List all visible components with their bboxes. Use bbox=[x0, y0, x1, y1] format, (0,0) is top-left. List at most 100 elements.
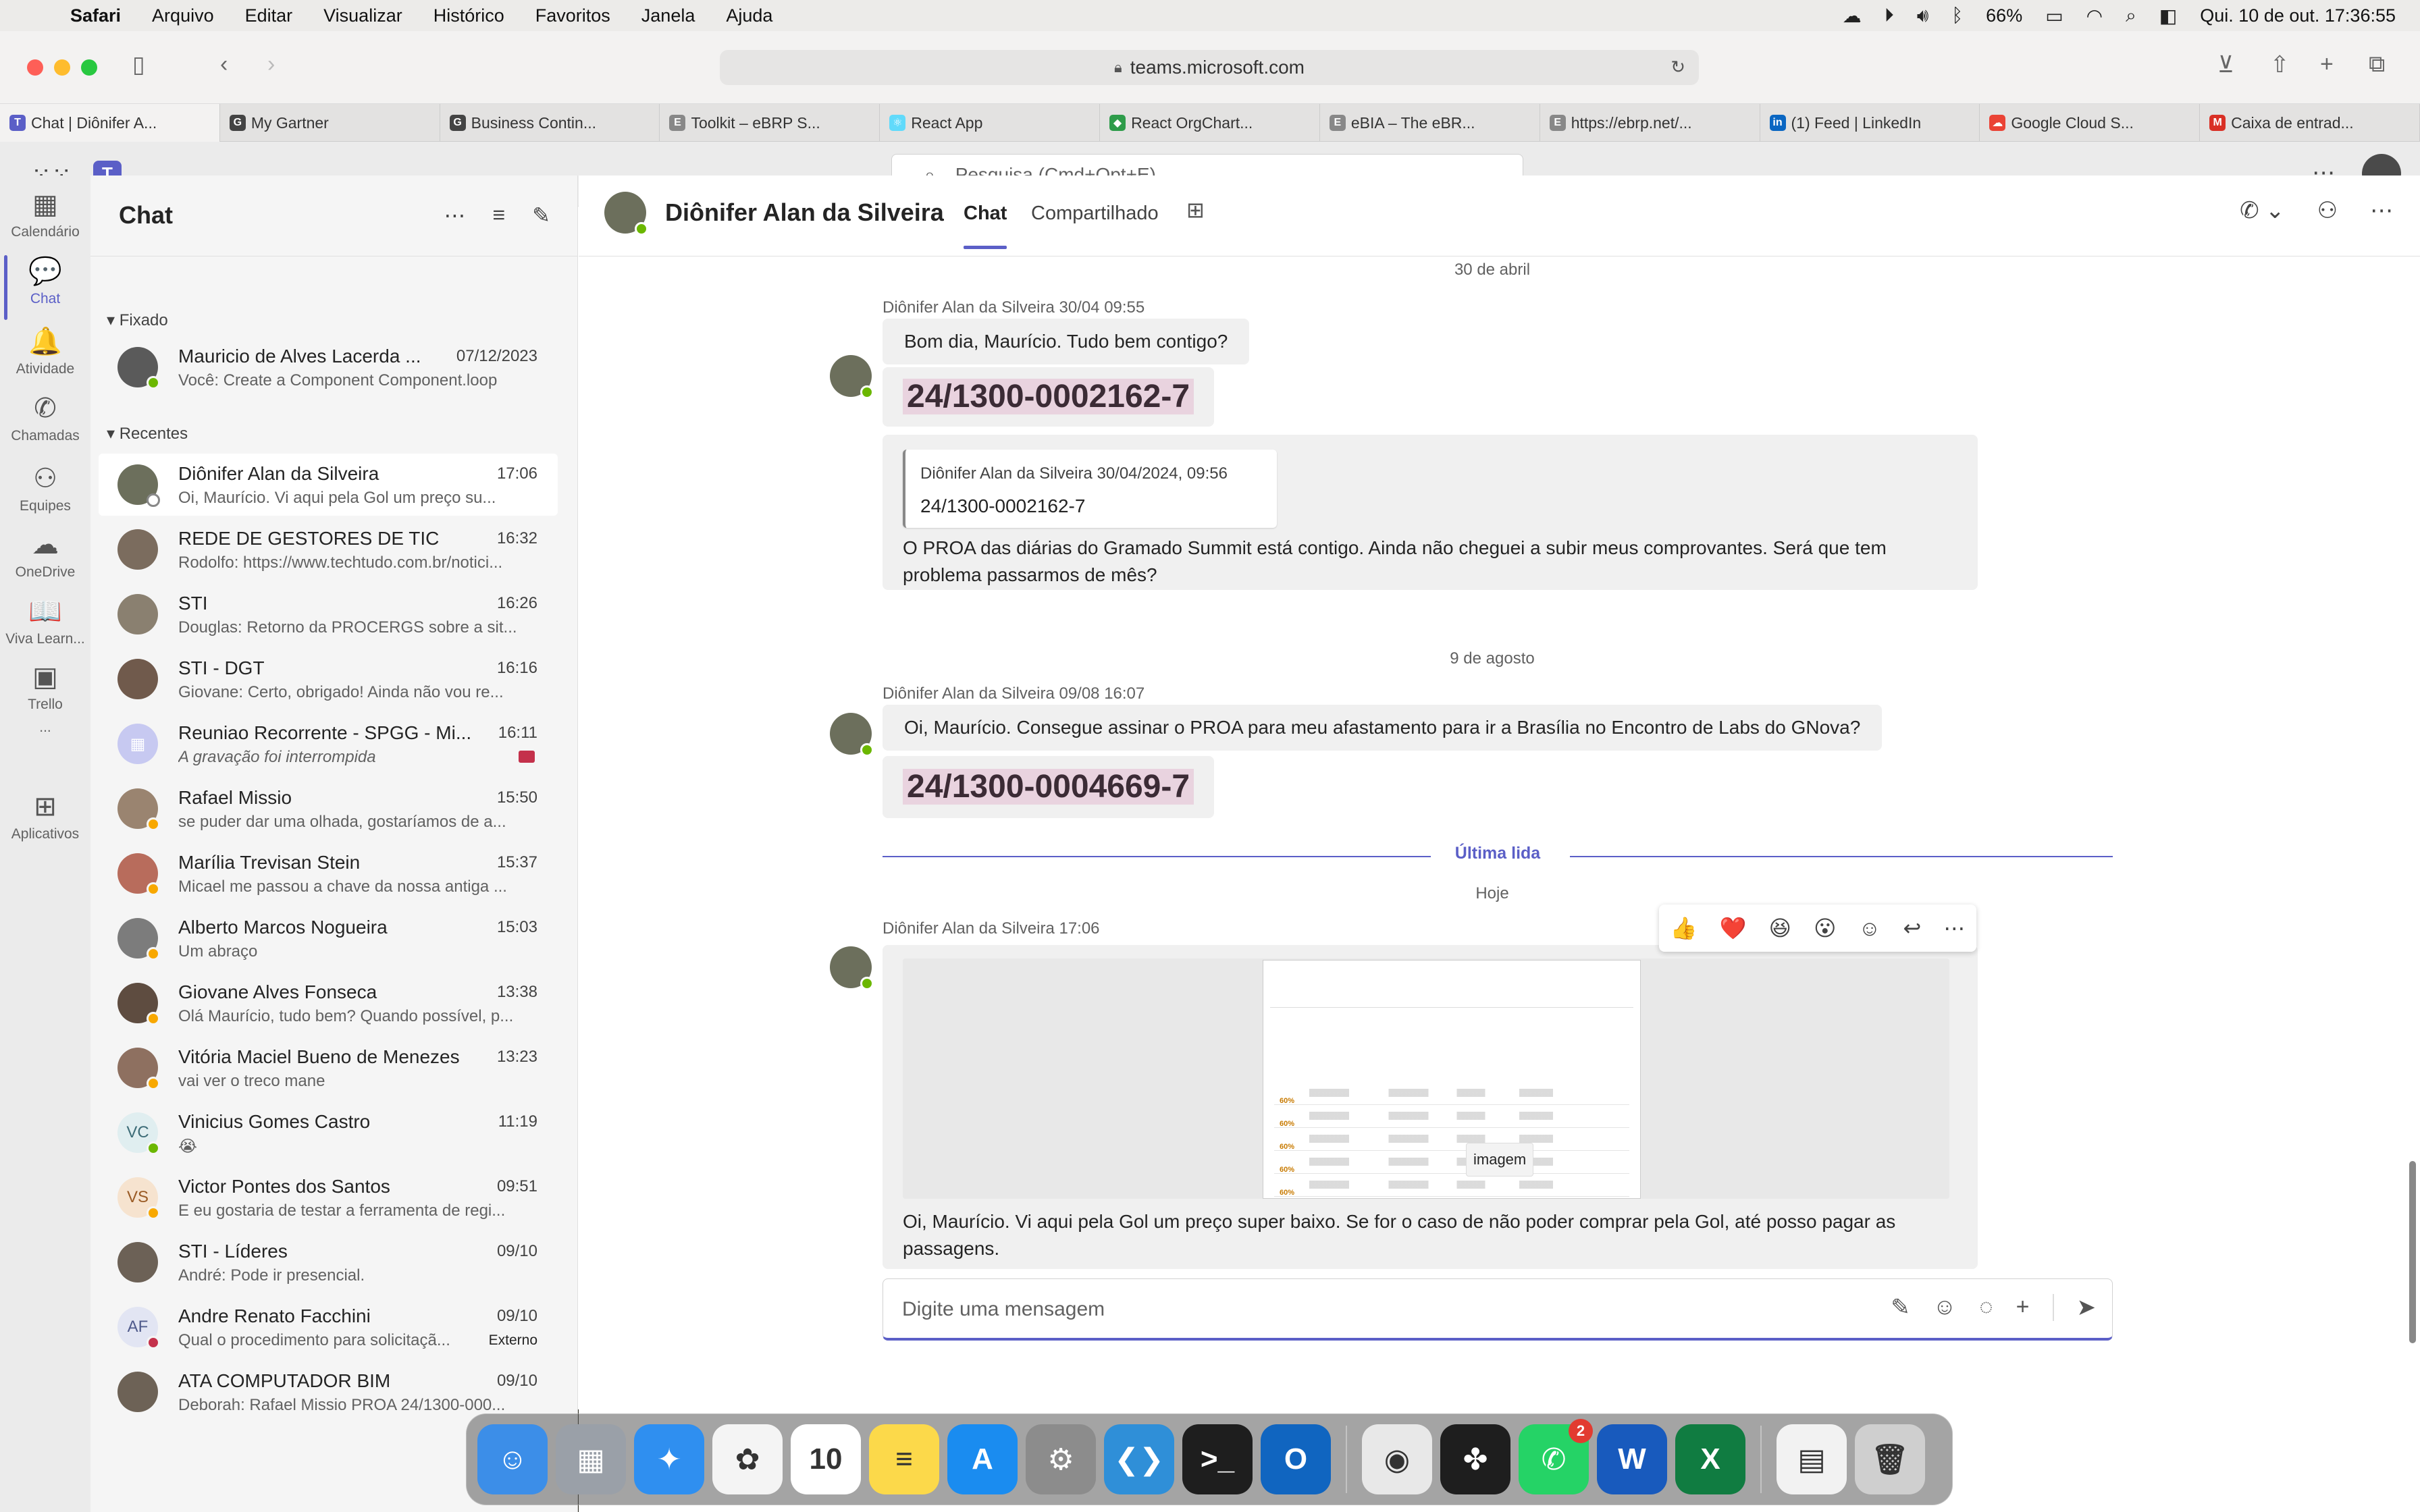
section-pinned[interactable]: ▾ Fixado bbox=[107, 310, 168, 330]
safari-icon[interactable]: ✦ bbox=[634, 1424, 704, 1494]
whatsapp-icon[interactable]: ✆ 2 bbox=[1519, 1419, 1593, 1494]
volume-icon[interactable]: 🔊︎ bbox=[1917, 5, 1929, 27]
outlook-icon[interactable]: O bbox=[1261, 1424, 1331, 1494]
excel-icon[interactable]: X bbox=[1675, 1424, 1745, 1494]
chat-list-item[interactable]: Marília Trevisan Stein 15:37 Micael me pas… bbox=[99, 842, 558, 905]
rail-item-book[interactable]: 📖 Viva Learn... bbox=[0, 595, 90, 647]
download-icon[interactable]: ⊻ bbox=[2217, 51, 2234, 78]
wifi-icon[interactable]: ◠ bbox=[2086, 5, 2103, 27]
terminal-icon[interactable]: >_ bbox=[1182, 1424, 1253, 1494]
menu-favoritos[interactable]: Favoritos bbox=[535, 5, 610, 26]
reload-icon[interactable]: ↻ bbox=[1671, 57, 1685, 78]
figma-icon[interactable]: ✤ bbox=[1440, 1424, 1510, 1494]
attach-plus-icon[interactable]: + bbox=[2016, 1294, 2030, 1321]
word-icon[interactable]: W bbox=[1597, 1424, 1667, 1494]
tab-chat[interactable]: Chat bbox=[964, 202, 1007, 249]
loop-icon[interactable]: ◌ bbox=[1979, 1294, 1993, 1321]
browser-tab[interactable]: M Caixa de entrad... bbox=[2200, 104, 2420, 142]
new-chat-icon[interactable]: ✎ bbox=[532, 202, 550, 228]
rail-item-cloud[interactable]: ☁ OneDrive bbox=[0, 529, 90, 580]
search-icon[interactable]: ⌕ bbox=[2126, 5, 2136, 27]
quoted-message[interactable]: Diônifer Alan da Silveira 30/04/2024, 09… bbox=[903, 450, 1277, 528]
menu-editar[interactable]: Editar bbox=[245, 5, 293, 26]
chat-list-item[interactable]: ▦ Reuniao Recorrente - SPGG - Mi... 16:11 A… bbox=[99, 713, 558, 775]
minimize-window-button[interactable] bbox=[54, 59, 70, 76]
chat-list-item[interactable]: Rafael Missio 15:50 se puder dar uma olhad… bbox=[99, 778, 558, 840]
new-tab-icon[interactable]: + bbox=[2320, 51, 2334, 78]
chat-list-item[interactable]: STI 16:26 Douglas: Retorno da PROCERGS sob… bbox=[99, 583, 558, 645]
send-icon[interactable]: ➤ bbox=[2077, 1294, 2097, 1321]
tab-shared[interactable]: Compartilhado bbox=[1031, 202, 1159, 225]
sidebar-toggle-icon[interactable]: ▯ bbox=[132, 51, 145, 78]
browser-tab[interactable]: EeBIA – The eBR... bbox=[1320, 104, 1540, 142]
rail-item-chat[interactable]: 💬 Chat bbox=[0, 255, 90, 320]
browser-tab[interactable]: ◆ React OrgChart... bbox=[1100, 104, 1320, 142]
forward-icon[interactable]: › bbox=[267, 51, 275, 78]
play-icon[interactable]: ⏵ bbox=[1885, 5, 1894, 27]
chrome-icon[interactable]: ◉ bbox=[1362, 1424, 1432, 1494]
heart-reaction-icon[interactable]: ❤️ bbox=[1720, 915, 1747, 941]
browser-tab[interactable]: ☁ Google Cloud S... bbox=[1980, 104, 2201, 142]
notes-icon[interactable]: ≡ bbox=[869, 1424, 939, 1494]
rail-item-trello[interactable]: ▣ Trello bbox=[0, 662, 90, 713]
contact-name[interactable]: Diônifer Alan da Silveira bbox=[665, 198, 944, 227]
bluetooth-icon[interactable]: ᛒ bbox=[1951, 5, 1963, 26]
emoji-icon[interactable]: ☺ bbox=[1933, 1294, 1957, 1321]
message-bubble-ticket[interactable]: 24/1300-0004669-7 bbox=[883, 756, 1215, 818]
section-recent[interactable]: ▾ Recentes bbox=[107, 424, 188, 443]
browser-tab[interactable]: T Chat | Diônifer A... bbox=[0, 104, 220, 142]
message-bubble-reply[interactable]: Diônifer Alan da Silveira 30/04/2024, 09… bbox=[883, 435, 1978, 590]
menu-janela[interactable]: Janela bbox=[641, 5, 695, 26]
browser-tab[interactable]: E Toolkit – eBRP S... bbox=[660, 104, 880, 142]
more-options-icon[interactable]: ⋯ bbox=[444, 202, 466, 228]
surprised-reaction-icon[interactable]: 😮 bbox=[1814, 915, 1836, 941]
format-icon[interactable]: ✎ bbox=[1891, 1294, 1910, 1321]
message-avatar[interactable] bbox=[830, 355, 874, 399]
chat-list-item[interactable]: STI - DGT 16:16 Giovane: Certo, obrigado! … bbox=[99, 648, 558, 710]
browser-tab[interactable]: G My Gartner bbox=[220, 104, 440, 142]
trash-icon[interactable]: 🗑 bbox=[1855, 1424, 1925, 1494]
menubar-clock[interactable]: Qui. 10 de out. 17:36:55 bbox=[2200, 5, 2396, 26]
chat-list-item[interactable]: Mauricio de Alves Lacerda ... 07/12/2023 V… bbox=[99, 336, 558, 398]
launchpad-icon[interactable]: ▦ bbox=[556, 1424, 626, 1494]
chat-list-item[interactable]: Vitória Maciel Bueno de Menezes 13:23 vai … bbox=[99, 1037, 558, 1099]
chat-list-item[interactable]: Giovane Alves Fonseca 13:38 Olá Maurício, … bbox=[99, 972, 558, 1034]
control-center-icon[interactable]: ◧ bbox=[2159, 5, 2177, 27]
chat-list-item[interactable]: REDE DE GESTORES DE TIC 16:32 Rodolfo: htt… bbox=[99, 518, 558, 580]
message-bubble[interactable]: Bom dia, Maurício. Tudo bem contigo? bbox=[883, 319, 1250, 364]
browser-tab[interactable]: ⚛ React App bbox=[880, 104, 1101, 142]
rail-item-bell[interactable]: 🔔 Atividade bbox=[0, 325, 90, 377]
system-settings-icon[interactable]: ⚙ bbox=[1026, 1424, 1096, 1494]
message-avatar[interactable] bbox=[830, 713, 874, 757]
like-reaction-icon[interactable]: 👍 bbox=[1671, 915, 1698, 941]
flight-search-screenshot[interactable]: 60% 60% 60% 60% 60% imagem bbox=[1263, 960, 1641, 1199]
rail-item-phone[interactable]: ✆ Chamadas bbox=[0, 393, 90, 444]
add-tab-icon[interactable]: ⊞ bbox=[1186, 197, 1205, 223]
photos-icon[interactable]: ✿ bbox=[712, 1424, 783, 1494]
scrollbar-thumb[interactable] bbox=[2409, 1161, 2416, 1343]
message-bubble[interactable]: Oi, Maurício. Consegue assinar o PROA pa… bbox=[883, 705, 1883, 751]
menu-ajuda[interactable]: Ajuda bbox=[726, 5, 772, 26]
rail-item-calendar[interactable]: ▦ Calendário bbox=[0, 189, 90, 240]
docx-file-icon[interactable]: ▤ bbox=[1777, 1424, 1847, 1494]
image-attachment-frame[interactable]: 60% 60% 60% 60% 60% imagem bbox=[903, 959, 1949, 1199]
browser-tab[interactable]: Ehttps://ebrp.net/... bbox=[1540, 104, 1760, 142]
browser-tab[interactable]: G Business Contin... bbox=[440, 104, 660, 142]
reply-icon[interactable]: ↩ bbox=[1903, 915, 1921, 941]
laugh-reaction-icon[interactable]: 😆 bbox=[1769, 915, 1791, 941]
chat-list-item[interactable]: AF Andre Renato Facchini 09/10 Qual o proce… bbox=[99, 1296, 558, 1358]
add-reaction-icon[interactable]: ☺ bbox=[1859, 916, 1881, 941]
calendar-icon[interactable]: 10 bbox=[791, 1424, 861, 1494]
vscode-icon[interactable]: ❮❯ bbox=[1104, 1424, 1174, 1494]
message-composer[interactable]: Digite uma mensagem ✎ ☺ ◌ + ➤ bbox=[883, 1278, 2113, 1341]
rail-item-more[interactable]: ... bbox=[0, 716, 90, 736]
more-icon[interactable]: ⋯ bbox=[1943, 915, 1965, 941]
chat-list-item[interactable]: STI - Líderes 09/10 André: Pode ir presenc… bbox=[99, 1231, 558, 1293]
call-icon[interactable]: ✆ ⌄ bbox=[2240, 197, 2284, 224]
finder-icon[interactable]: ☺ bbox=[477, 1424, 548, 1494]
message-bubble-ticket[interactable]: 24/1300-0002162-7 bbox=[883, 367, 1215, 427]
back-icon[interactable]: ‹ bbox=[220, 51, 228, 78]
rail-item-plus[interactable]: ⊞ Aplicativos bbox=[0, 791, 90, 842]
message-avatar[interactable] bbox=[830, 946, 874, 990]
app-store-icon[interactable]: A bbox=[947, 1424, 1018, 1494]
